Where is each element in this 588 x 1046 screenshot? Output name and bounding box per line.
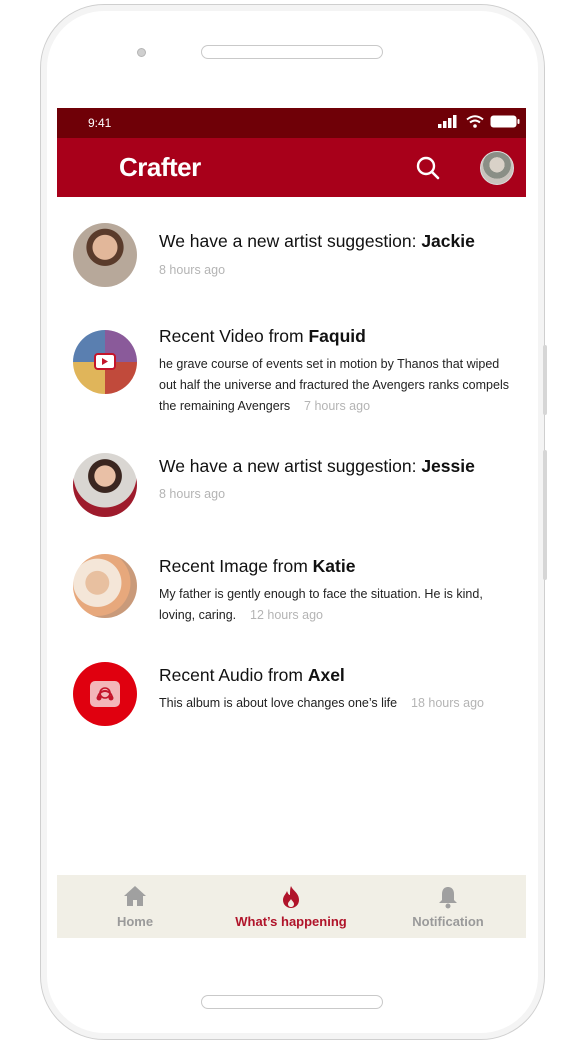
tab-label: Notification (412, 914, 484, 929)
side-button (543, 450, 547, 580)
artist-avatar-jessie (73, 453, 137, 517)
status-time: 9:41 (88, 116, 112, 130)
feed-item-time: 7 hours ago (304, 399, 371, 413)
tab-label: Home (116, 914, 154, 929)
audio-thumbnail-axel (73, 662, 137, 726)
feed-item-time: 18 hours ago (411, 696, 484, 710)
feed-item-title: Recent Audio from Axel (159, 665, 345, 685)
battery-icon (490, 115, 520, 128)
feed-item-name: Faquid (308, 326, 366, 346)
feed-item-title: We have a new artist suggestion: Jessie (159, 456, 475, 476)
feed-item-title: We have a new artist suggestion: Jackie (159, 231, 475, 251)
side-button (543, 345, 547, 415)
status-bar: 9:41 (57, 108, 526, 138)
feed-item[interactable]: Recent Video from Faquid he grave course… (57, 307, 526, 432)
bottom-tab-bar: Home What’s happening Notification (57, 875, 526, 938)
app-header: Crafter (57, 138, 526, 197)
play-video-icon (94, 353, 116, 370)
feed-item-name: Axel (307, 665, 345, 685)
bell-icon (439, 887, 457, 909)
feed-item-title: Recent Video from Faquid (159, 326, 366, 346)
feed-item-name: Katie (312, 556, 356, 576)
search-icon[interactable] (415, 155, 441, 181)
tab-home[interactable]: Home (57, 875, 213, 938)
feed-item-time: 8 hours ago (159, 263, 226, 277)
feed-item[interactable]: Recent Audio from Axel This album is abo… (57, 642, 526, 752)
signal-icon (438, 115, 457, 128)
feed-item-time: 12 hours ago (250, 608, 324, 622)
image-thumbnail-katie (73, 554, 137, 618)
feed-item-time: 8 hours ago (159, 487, 226, 501)
tab-label: What’s happening (235, 914, 347, 929)
app-screen: 9:41 Crafter We have a new artist sugges… (57, 108, 526, 938)
feed-item-body: This album is about love changes one’s l… (159, 696, 484, 710)
music-icon (90, 681, 120, 707)
feed-item[interactable]: We have a new artist suggestion: Jessie … (57, 432, 526, 532)
feed-item[interactable]: We have a new artist suggestion: Jackie … (57, 197, 526, 307)
feed-item-name: Jackie (421, 231, 475, 251)
feed-item-title: Recent Image from Katie (159, 556, 356, 576)
feed-item-body: My father is gently enough to face the s… (159, 587, 483, 622)
status-icons (438, 115, 520, 128)
artist-avatar-jackie (73, 223, 137, 287)
speaker-grille (201, 45, 383, 59)
wifi-icon (466, 115, 484, 128)
feed-item-name: Jessie (421, 456, 475, 476)
home-icon (124, 886, 146, 906)
feed-item[interactable]: Recent Image from Katie My father is gen… (57, 532, 526, 642)
front-camera (137, 48, 146, 57)
app-logo: Crafter (119, 152, 201, 182)
video-thumbnail-faquid (73, 330, 137, 394)
home-indicator (201, 995, 383, 1009)
flame-icon (283, 886, 299, 908)
tab-whats-happening[interactable]: What’s happening (213, 875, 369, 938)
user-avatar[interactable] (480, 151, 514, 185)
tab-notification[interactable]: Notification (370, 875, 526, 938)
feed-item-body: he grave course of events set in motion … (159, 357, 509, 413)
